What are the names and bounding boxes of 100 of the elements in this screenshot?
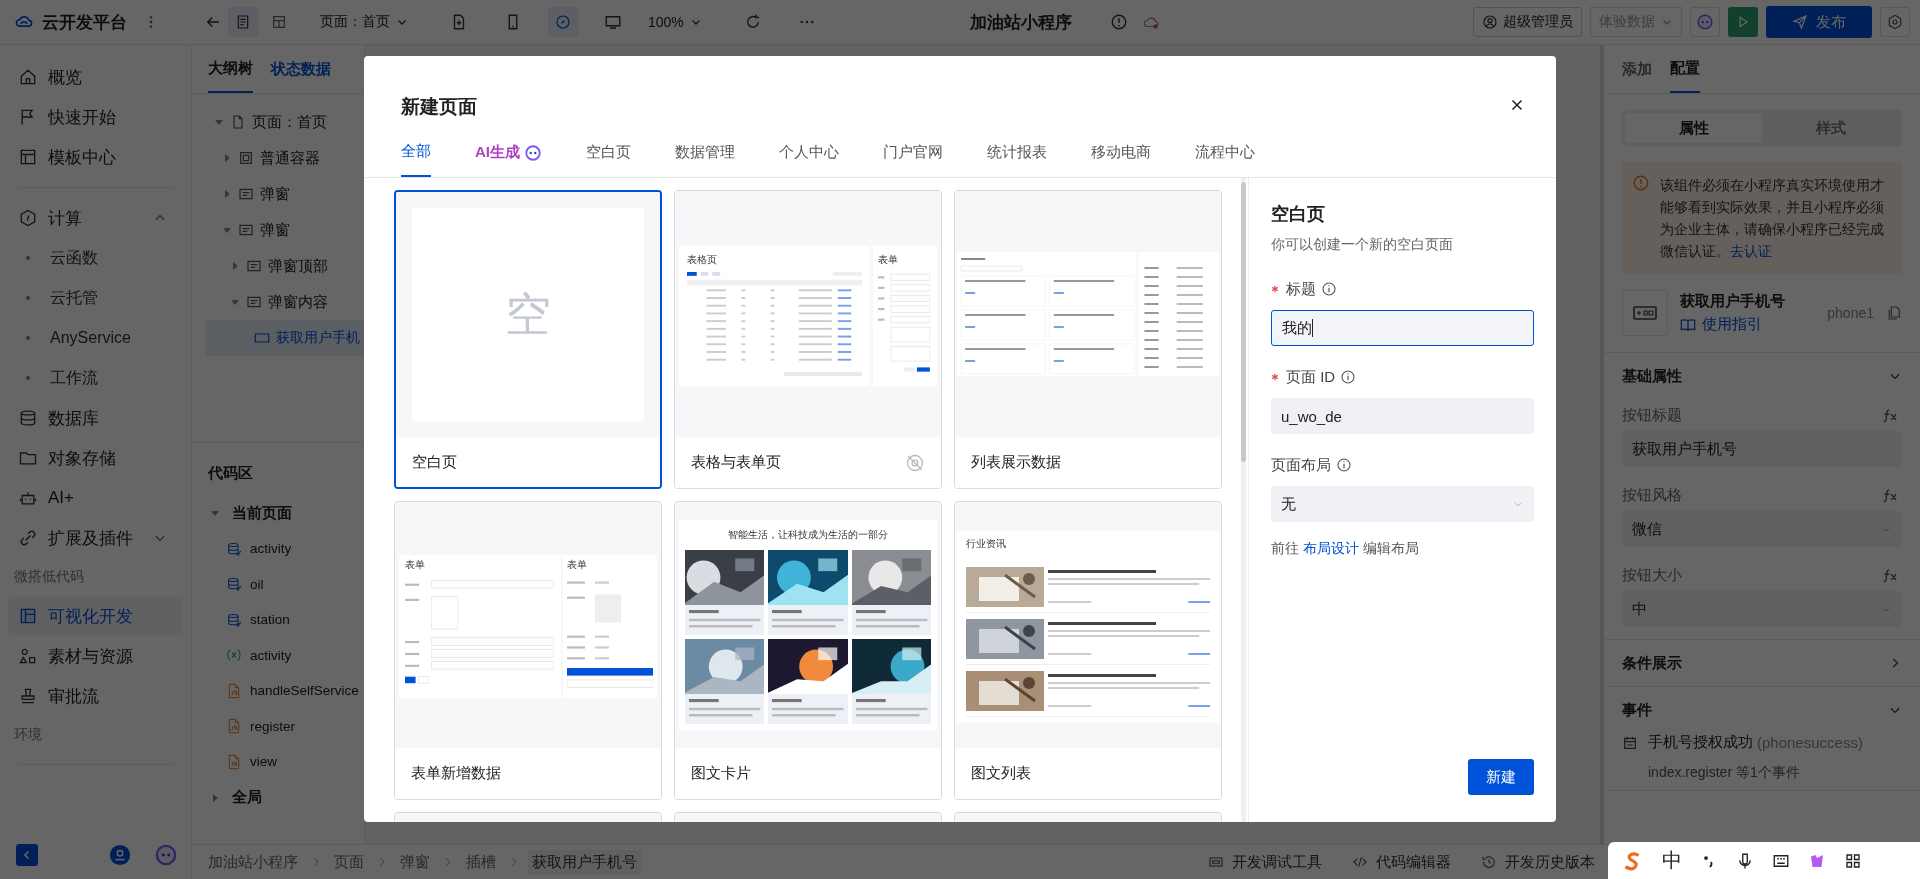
tree-item[interactable]: 弹窗内容 <box>192 284 364 320</box>
panel-tab[interactable]: 添加 <box>1622 45 1652 93</box>
template-card[interactable]: 行业资讯 图文列表 <box>954 501 1222 800</box>
dialog-node-icon <box>246 294 262 310</box>
select-field[interactable]: 微信 <box>1622 511 1902 547</box>
sidebar-item[interactable]: 计算 <box>8 198 183 238</box>
layout-design-link[interactable]: 布局设计 <box>1303 540 1359 558</box>
category-tab[interactable]: 空白页 <box>586 128 631 177</box>
breadcrumb-item[interactable]: 插槽 <box>462 849 500 875</box>
desktop-icon[interactable] <box>604 13 622 31</box>
tree-item[interactable]: 获取用户手机 <box>206 320 364 356</box>
publish-button[interactable]: 发布 <box>1766 6 1872 38</box>
template-icon <box>18 147 38 167</box>
sidebar-item[interactable]: 数据库 <box>8 398 183 438</box>
segment-tab[interactable]: 属性 <box>1625 113 1762 143</box>
info-icon[interactable] <box>1340 369 1357 385</box>
code-group[interactable]: 全局 <box>208 779 364 816</box>
create-button[interactable]: 新建 <box>1468 759 1534 795</box>
section-header[interactable]: 基础属性 <box>1622 353 1902 399</box>
assistant-button[interactable] <box>1690 7 1720 37</box>
sidebar-item[interactable]: 模板中心 <box>8 137 183 177</box>
page-selector[interactable]: 页面：首页 <box>314 12 414 32</box>
sidebar-item[interactable]: 快速开始 <box>8 97 183 137</box>
info-icon[interactable] <box>1321 281 1337 297</box>
avatar-icon[interactable] <box>109 844 131 866</box>
zoom-selector[interactable]: 100% <box>642 13 708 31</box>
sidebar-subitem[interactable]: 工作流 <box>8 358 183 398</box>
breadcrumb-item[interactable]: 加油站小程序 <box>204 849 302 875</box>
toolbar-button[interactable]: 开发历史版本 <box>1481 852 1595 872</box>
category-tab[interactable]: 个人中心 <box>779 128 839 177</box>
category-tab[interactable]: 统计报表 <box>987 128 1047 177</box>
template-card[interactable]: 表单 表单 表单新增数据 <box>394 501 662 800</box>
run-button[interactable] <box>1728 7 1758 37</box>
tree-item[interactable]: 弹窗顶部 <box>192 248 364 284</box>
user-icon <box>1482 14 1498 30</box>
category-tab[interactable]: 全部 <box>401 128 431 177</box>
section-header[interactable]: 条件展示 <box>1622 640 1902 686</box>
guide-link[interactable]: 使用指引 <box>1680 315 1816 334</box>
sidebar-subitem[interactable]: 云函数 <box>8 238 183 278</box>
code-item[interactable]: register <box>208 708 364 744</box>
verify-link[interactable]: 去认证 <box>1730 243 1772 259</box>
panel-tab[interactable]: 状态数据 <box>271 45 331 93</box>
copy-icon[interactable] <box>1886 305 1902 321</box>
category-tab[interactable]: 流程中心 <box>1195 128 1255 177</box>
sidebar-subitem[interactable]: 云托管 <box>8 278 183 318</box>
select-field[interactable]: 无 <box>1271 486 1534 522</box>
category-tab[interactable]: 门户官网 <box>883 128 943 177</box>
toolbar-button[interactable]: 代码编辑器 <box>1352 852 1451 872</box>
sidebar-item[interactable]: 概览 <box>8 57 183 97</box>
sidebar-subitem[interactable]: AnyService <box>8 318 183 358</box>
toolbar-button[interactable]: 开发调试工具 <box>1208 852 1322 872</box>
panel-tab[interactable]: 配置 <box>1670 45 1700 93</box>
template-card[interactable]: 列表展示数据 <box>954 190 1222 489</box>
code-item[interactable]: activity <box>208 531 364 567</box>
info-icon[interactable] <box>1110 13 1128 31</box>
component-icon <box>1622 290 1668 336</box>
tree-item[interactable]: 弹窗 <box>192 212 364 248</box>
category-tab[interactable]: AI生成 <box>475 128 542 177</box>
collapse-sidebar-button[interactable] <box>16 844 38 866</box>
microphone-icon[interactable] <box>1736 851 1754 870</box>
sidebar-item[interactable]: 扩展及插件 <box>8 518 183 558</box>
template-card[interactable]: 表格页 表单 表格与表单页 <box>674 190 942 489</box>
code-group[interactable]: 当前页面 <box>208 495 364 531</box>
sidebar-item[interactable]: 对象存储 <box>8 438 183 478</box>
user-button[interactable]: 超级管理员 <box>1473 7 1582 37</box>
grid-icon[interactable] <box>1844 851 1862 870</box>
category-tab[interactable]: 数据管理 <box>675 128 735 177</box>
tree-item[interactable]: 弹窗 <box>192 176 364 212</box>
sidebar-item[interactable]: 可视化开发 <box>8 596 183 636</box>
view-toggle-button[interactable] <box>228 7 258 37</box>
input-mode-toggle[interactable]: 中 <box>1662 847 1682 874</box>
code-item[interactable]: view <box>208 744 364 780</box>
tree-item[interactable]: 普通容器 <box>192 140 364 176</box>
input-field[interactable]: u_wo_de <box>1271 398 1534 434</box>
template-card[interactable]: 空 空白页 <box>394 190 662 489</box>
panel-tab[interactable]: 大纲树 <box>208 45 253 93</box>
assistant-icon[interactable] <box>155 844 177 866</box>
settings-button[interactable] <box>1880 7 1910 37</box>
code-item[interactable]: oil <box>208 566 364 602</box>
breadcrumb-item[interactable]: 弹窗 <box>396 849 434 875</box>
dialog-title: 新建页面 <box>401 95 477 119</box>
hint-text: 编辑布局 <box>1363 540 1419 558</box>
info-icon[interactable] <box>1336 457 1352 473</box>
code-item[interactable]: handleSelfService <box>208 673 364 709</box>
select-field[interactable]: 中 <box>1622 591 1902 627</box>
category-tab[interactable]: 移动电商 <box>1091 128 1151 177</box>
preview-heading: 行业资讯 <box>966 537 1007 551</box>
breadcrumb-item[interactable]: 获取用户手机号 <box>528 849 641 875</box>
breadcrumb-item[interactable]: 页面 <box>330 849 368 875</box>
compass-button[interactable] <box>548 7 578 37</box>
sidebar-item[interactable]: 素材与资源 <box>8 636 183 676</box>
code-item[interactable]: activity <box>208 637 364 673</box>
section-header[interactable]: 事件 <box>1622 687 1902 733</box>
sidebar-item[interactable]: 审批流 <box>8 676 183 716</box>
sidebar-item[interactable]: AI+ <box>8 478 183 518</box>
input-field[interactable]: 获取用户手机号 <box>1622 431 1902 467</box>
template-card[interactable]: 智能生活，让科技成为生活的一部分 图文卡片 <box>674 501 942 800</box>
input-field[interactable]: 我的 <box>1271 310 1534 346</box>
code-item[interactable]: station <box>208 602 364 638</box>
tree-item[interactable]: 页面：首页 <box>192 104 364 140</box>
